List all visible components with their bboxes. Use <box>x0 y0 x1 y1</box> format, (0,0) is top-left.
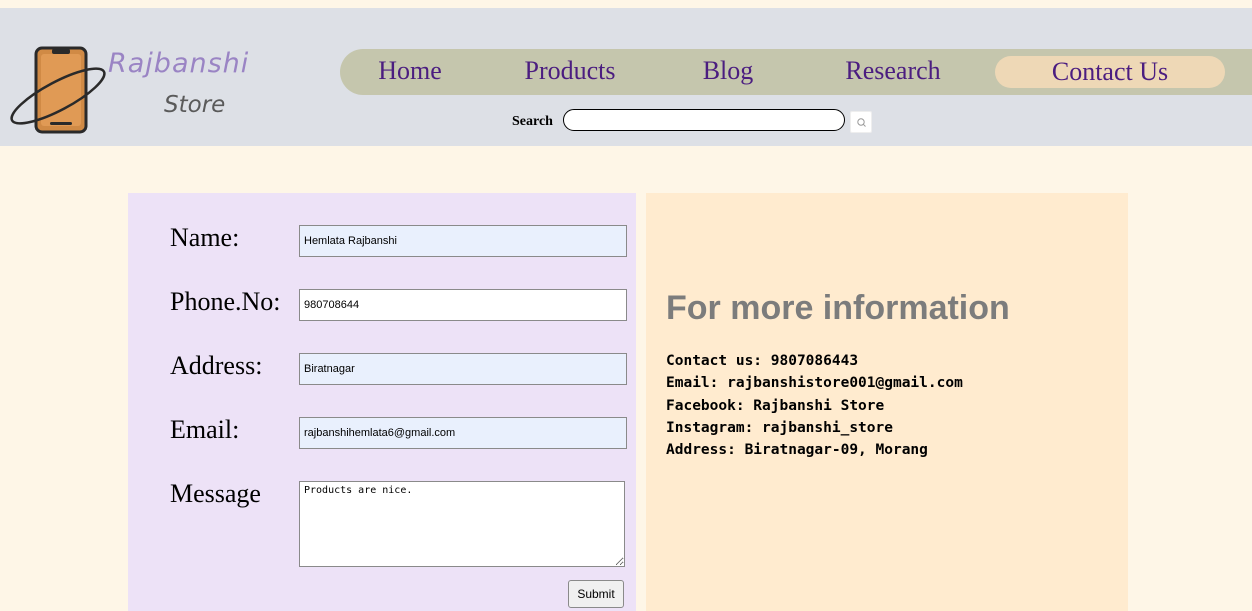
address-field[interactable] <box>299 353 627 385</box>
logo-text-rajbanshi: Rajbanshi <box>108 48 250 79</box>
nav-home[interactable]: Home <box>350 49 470 95</box>
header: Rajbanshi Store Home Products Blog Resea… <box>0 8 1252 146</box>
email-field[interactable] <box>299 417 627 449</box>
name-label: Name: <box>170 223 240 252</box>
logo-text-store: Store <box>164 92 226 118</box>
search-input[interactable] <box>563 109 845 131</box>
name-field[interactable] <box>299 225 627 257</box>
info-instagram: Instagram: rajbanshi_store <box>666 420 893 436</box>
info-panel: For more information Contact us: 9807086… <box>646 193 1128 611</box>
phone-field[interactable] <box>299 289 627 321</box>
nav-blog[interactable]: Blog <box>678 49 778 95</box>
search-label: Search <box>512 114 553 129</box>
main-nav: Home Products Blog Research Contact Us <box>340 49 1252 95</box>
nav-contact-us[interactable]: Contact Us <box>995 56 1225 88</box>
info-address: Address: Biratnagar-09, Morang <box>666 442 928 458</box>
phone-label: Phone.No: <box>170 287 281 316</box>
search-button[interactable] <box>850 111 872 133</box>
store-logo[interactable]: Rajbanshi Store <box>8 46 278 146</box>
message-field[interactable]: Products are nice. <box>299 481 625 567</box>
contact-form: Name: Phone.No: Address: Email: Message … <box>128 193 636 611</box>
message-label: Message <box>170 479 261 508</box>
phone-logo-icon <box>10 46 106 134</box>
search-icon <box>857 118 866 127</box>
info-title: For more information <box>666 289 1010 327</box>
info-contact: Contact us: 9807086443 <box>666 353 859 369</box>
email-label: Email: <box>170 415 240 444</box>
info-facebook: Facebook: Rajbanshi Store <box>666 398 885 414</box>
page: Rajbanshi Store Home Products Blog Resea… <box>0 0 1252 611</box>
nav-products[interactable]: Products <box>500 49 640 95</box>
info-email: Email: rajbanshistore001@gmail.com <box>666 375 963 391</box>
submit-button[interactable]: Submit <box>568 580 624 608</box>
nav-research[interactable]: Research <box>828 49 958 95</box>
address-label: Address: <box>170 351 263 380</box>
